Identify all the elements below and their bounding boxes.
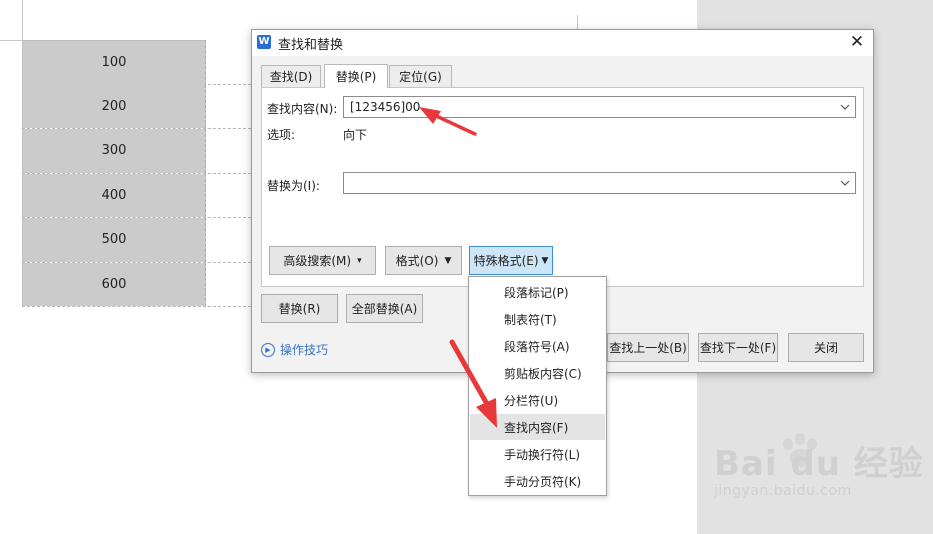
find-input-value: [123456]00 [350,100,421,114]
table-cell[interactable]: 300 [22,129,206,173]
dialog-title-bar[interactable]: W 查找和替换 ✕ [252,30,873,56]
dialog-title: 查找和替换 [278,38,344,53]
tab-goto[interactable]: 定位(G) [389,65,452,87]
replace-input[interactable] [343,172,856,194]
menu-item-clipboard[interactable]: 剪贴板内容(C) [470,360,605,386]
special-format-label: 特殊格式(E) [473,254,539,268]
tips-link[interactable]: ▶ 操作技巧 [261,341,328,358]
tips-label: 操作技巧 [280,343,329,357]
find-next-button[interactable]: 查找下一处(F) [698,333,778,362]
double-chevron-down-icon: ▾ [357,255,362,266]
caret-down-icon: ▼ [444,255,452,266]
chevron-down-icon[interactable] [839,101,851,113]
replace-button[interactable]: 替换(R) [261,294,338,323]
tab-replace[interactable]: 替换(P) [324,64,388,88]
menu-item-tab-char[interactable]: 制表符(T) [470,306,605,332]
table-cell[interactable]: 100 [22,40,206,85]
advanced-search-label: 高级搜索(M) [283,254,352,268]
close-icon[interactable]: ✕ [847,32,867,52]
tab-find[interactable]: 查找(D) [261,65,321,87]
find-label: 查找内容(N): [267,102,338,116]
find-input[interactable]: [123456]00 [343,96,856,118]
watermark-brand: Bai du 经验 [714,444,924,484]
menu-item-manual-line-break[interactable]: 手动换行符(L) [470,441,605,467]
table-cell[interactable]: 500 [22,218,206,262]
special-format-menu: 段落标记(P) 制表符(T) 段落符号(A) 剪贴板内容(C) 分栏符(U) 查… [468,276,607,496]
play-circle-icon: ▶ [261,342,275,357]
watermark-url: jingyan.baidu.com [714,483,852,499]
table-cell[interactable]: 200 [22,84,206,128]
replace-panel: 查找内容(N): [123456]00 选项: 向下 替换为(I): 高级搜索(… [261,87,864,287]
format-button[interactable]: 格式(O) ▼ [385,246,462,275]
margin-mark [22,0,23,40]
replace-all-button[interactable]: 全部替换(A) [346,294,423,323]
table-cell[interactable]: 600 [22,262,206,306]
menu-item-paragraph-symbol[interactable]: 段落符号(A) [470,333,605,359]
wps-writer-icon: W [257,35,271,49]
caret-down-icon: ▼ [541,255,549,266]
options-value: 向下 [343,128,368,142]
menu-item-column-break[interactable]: 分栏符(U) [470,387,605,413]
close-button[interactable]: 关闭 [788,333,864,362]
menu-item-find-content[interactable]: 查找内容(F) [470,414,605,440]
menu-item-paragraph-mark[interactable]: 段落标记(P) [470,279,605,305]
special-format-button[interactable]: 特殊格式(E) ▼ [469,246,553,275]
margin-mark [0,40,22,41]
replace-label: 替换为(I): [267,179,320,193]
menu-item-manual-page-break[interactable]: 手动分页符(K) [470,468,605,494]
chevron-down-icon[interactable] [839,177,851,189]
find-previous-button[interactable]: 查找上一处(B) [607,333,689,362]
table-cell[interactable]: 400 [22,173,206,217]
baidu-watermark: Bai du 经验 jingyan.baidu.com [714,436,924,499]
format-label: 格式(O) [395,254,439,268]
options-label: 选项: [267,128,296,142]
advanced-search-button[interactable]: 高级搜索(M) ▾ [269,246,376,275]
